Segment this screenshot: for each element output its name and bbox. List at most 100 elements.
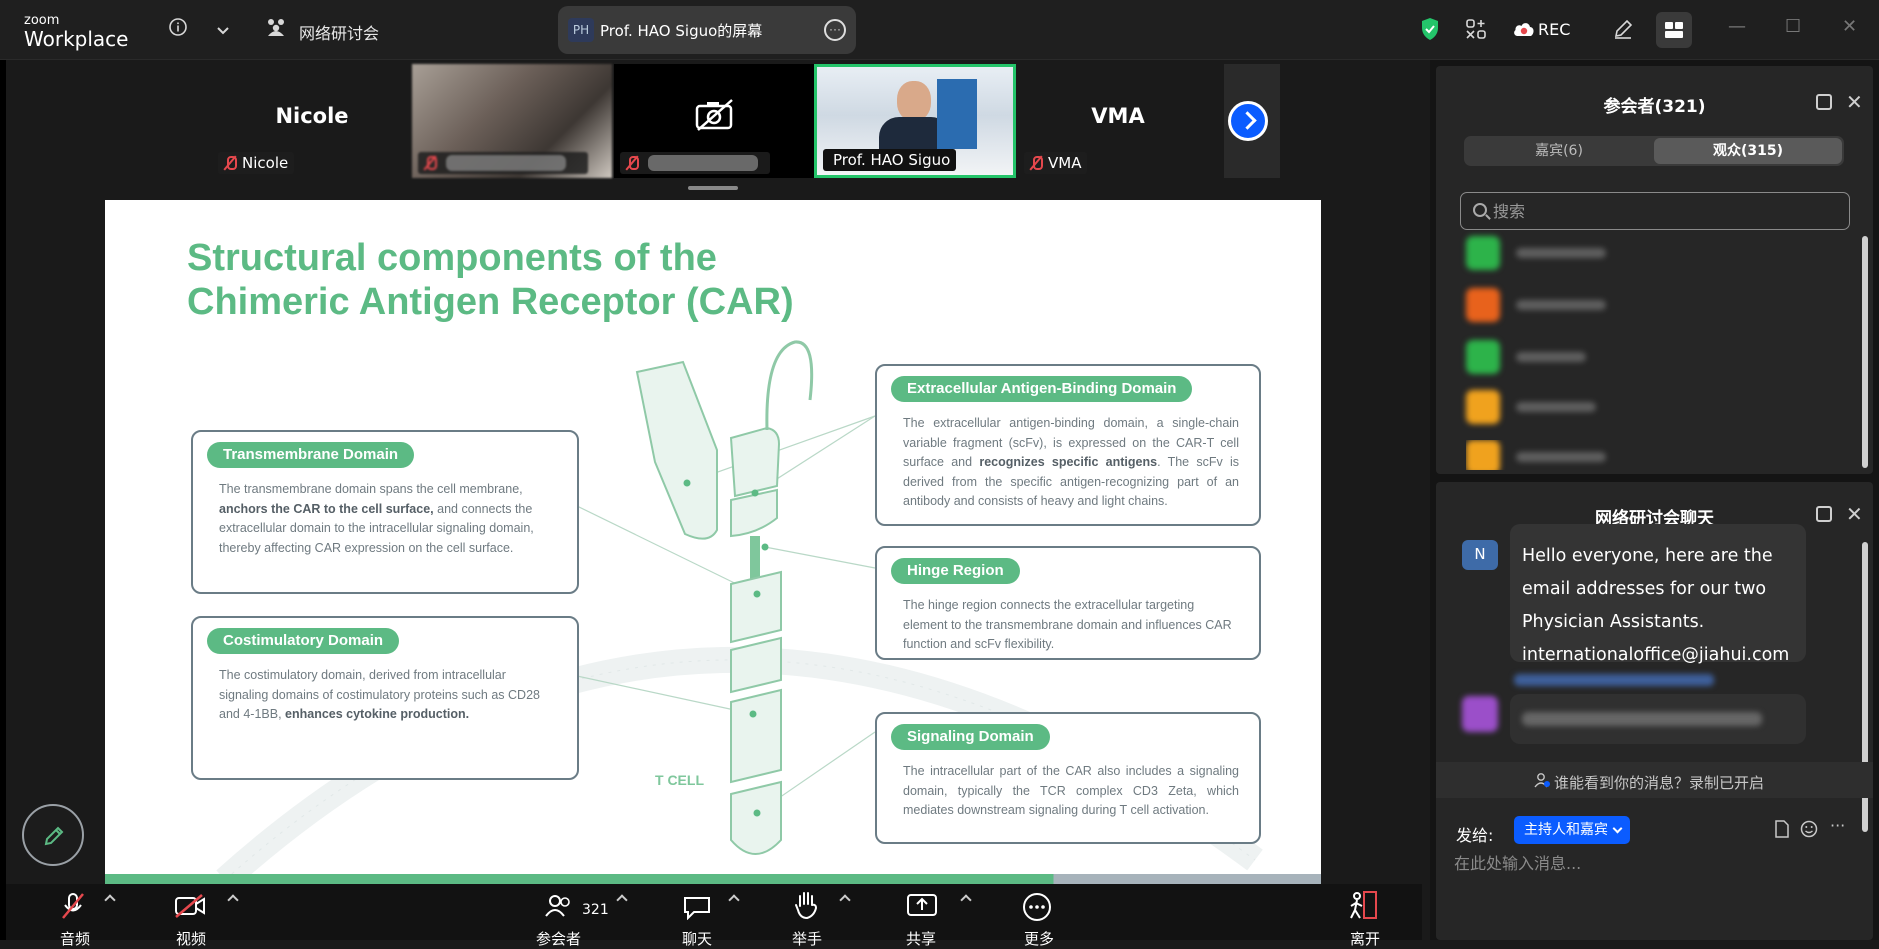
share-button[interactable]: 共享 <box>902 884 962 948</box>
emoji-icon[interactable] <box>1800 820 1818 838</box>
share-options-caret[interactable] <box>960 894 972 906</box>
participants-icon <box>545 895 570 917</box>
video-tile[interactable]: Nicole Nicole <box>212 64 412 178</box>
grid-view-icon <box>1665 22 1683 38</box>
search-input[interactable] <box>1493 199 1833 223</box>
window-edge <box>0 60 6 940</box>
meeting-toolbar: 音频 视频 321 参会者 聊天 举手 共享 更多 离开 <box>6 884 1422 948</box>
chat-button[interactable]: 聊天 <box>676 884 736 948</box>
zoom-logo: zoom Workplace <box>24 13 129 51</box>
t-cell-label: T CELL <box>655 772 704 788</box>
more-icon <box>1023 893 1051 921</box>
pen-icon <box>44 826 64 846</box>
tab-panelists[interactable]: 嘉宾(6) <box>1464 136 1654 166</box>
strip-resize-handle[interactable] <box>688 186 738 190</box>
next-page-button[interactable] <box>1228 101 1268 141</box>
participant-search <box>1460 192 1850 230</box>
box-text: The transmembrane domain spans the cell … <box>219 482 534 555</box>
screen-share-indicator[interactable]: PH Prof. HAO Siguo的屏幕 ··· <box>558 6 856 54</box>
box-label: Extracellular Antigen-Binding Domain <box>891 376 1193 402</box>
chat-panel: 网络研讨会聊天 ✕ N Hello everyone, here are the… <box>1436 482 1873 940</box>
share-title: Prof. HAO Siguo的屏幕 <box>600 22 763 40</box>
close-icon[interactable]: ✕ <box>1846 502 1863 526</box>
avatar <box>1466 288 1500 322</box>
participant-name-tag <box>418 152 588 174</box>
leave-icon <box>1350 891 1377 919</box>
box-text: The costimulatory domain, derived from i… <box>219 668 540 721</box>
video-tile[interactable] <box>614 64 814 178</box>
share-screen-icon <box>907 894 937 916</box>
audio-button[interactable]: 音频 <box>56 884 116 948</box>
file-icon[interactable] <box>1774 820 1790 838</box>
participant-name-tag: Prof. HAO Siguo <box>823 149 957 171</box>
more-options-icon[interactable]: ··· <box>1830 816 1845 835</box>
maximize-icon[interactable]: ☐ <box>1785 16 1801 37</box>
webinar-label: 网络研讨会 <box>299 24 380 43</box>
participant-name-tag: Nicole <box>218 152 295 174</box>
send-to-label: 发给: <box>1456 826 1494 845</box>
video-tile[interactable] <box>412 64 612 178</box>
shared-screen-slide: Structural components of the Chimeric An… <box>105 200 1321 884</box>
list-item[interactable] <box>1466 236 1826 272</box>
annotation-button[interactable] <box>22 804 84 866</box>
raise-hand-icon <box>795 892 818 920</box>
list-item[interactable] <box>1466 440 1826 470</box>
chevron-down-icon[interactable] <box>216 20 230 41</box>
more-options-icon[interactable]: ··· <box>824 19 846 41</box>
side-panel: 参会者(321) ✕ 嘉宾(6) 观众(315) 网络研讨会聊天 ✕ N Hel… <box>1430 60 1879 940</box>
avatar <box>1466 340 1500 374</box>
signaling-box: Signaling Domain The intracellular part … <box>875 712 1261 844</box>
video-button[interactable]: 视频 <box>170 884 230 948</box>
participants-options-caret[interactable] <box>616 894 628 906</box>
close-icon[interactable]: ✕ <box>1846 90 1863 114</box>
more-button[interactable]: 更多 <box>1016 884 1076 948</box>
list-item[interactable] <box>1466 340 1826 376</box>
shield-icon[interactable] <box>1420 17 1440 46</box>
box-label: Transmembrane Domain <box>207 442 415 468</box>
avatar <box>1466 440 1500 470</box>
box-text: The intracellular part of the CAR also i… <box>903 764 1239 817</box>
active-speaker-tile[interactable]: Prof. HAO Siguo <box>814 64 1016 178</box>
list-item[interactable] <box>1466 390 1826 426</box>
speaker-video <box>897 81 931 121</box>
slide-title: Structural components of the Chimeric An… <box>187 237 794 323</box>
leave-button[interactable]: 离开 <box>1344 884 1404 948</box>
rec-label: REC <box>1538 20 1571 39</box>
slide-footer-bar <box>105 874 1321 884</box>
apps-icon[interactable] <box>1465 18 1487 45</box>
camera-off-icon <box>175 894 205 918</box>
cloud-record-icon[interactable] <box>1512 20 1536 43</box>
hinge-box: Hinge Region The hinge region connects t… <box>875 546 1261 660</box>
participants-scrollbar[interactable] <box>1862 236 1868 468</box>
participants-button[interactable]: 321 参会者 <box>532 884 612 948</box>
person-icon <box>1534 773 1550 788</box>
popout-icon[interactable] <box>1816 506 1832 522</box>
box-label: Signaling Domain <box>891 724 1050 750</box>
extracellular-box: Extracellular Antigen-Binding Domain The… <box>875 364 1261 526</box>
webinar-icon <box>265 18 287 43</box>
mic-muted-icon <box>424 156 437 170</box>
participant-display-name: VMA <box>1091 104 1145 128</box>
title-bar: zoom Workplace 网络研讨会 PH Prof. HAO Siguo的… <box>0 0 1879 60</box>
mic-muted-icon <box>626 156 639 170</box>
info-icon[interactable] <box>168 17 188 42</box>
video-tile[interactable]: VMA VMA <box>1018 64 1218 178</box>
recipient-dropdown[interactable]: 主持人和嘉宾 <box>1514 816 1630 844</box>
close-window-icon[interactable]: ✕ <box>1842 16 1857 37</box>
sender-avatar: N <box>1462 540 1498 570</box>
box-label: Hinge Region <box>891 558 1020 584</box>
mic-muted-icon <box>224 156 237 170</box>
raise-hand-button[interactable]: 举手 <box>786 884 846 948</box>
chat-message-input[interactable] <box>1454 848 1854 878</box>
costimulatory-box: Costimulatory Domain The costimulatory d… <box>191 616 579 780</box>
visibility-notice[interactable]: 谁能看到你的消息？录制已开启 <box>1436 762 1873 798</box>
tab-attendees[interactable]: 观众(315) <box>1654 138 1842 164</box>
view-layout-button[interactable] <box>1656 12 1692 48</box>
annotate-pen-icon[interactable] <box>1612 18 1634 45</box>
popout-icon[interactable] <box>1816 94 1832 110</box>
list-item[interactable] <box>1466 288 1826 324</box>
participant-name-tag: VMA <box>1024 152 1088 174</box>
chat-message: Hello everyone, here are the email addre… <box>1510 524 1806 665</box>
search-icon <box>1473 203 1487 217</box>
minimize-icon[interactable]: — <box>1728 16 1746 37</box>
